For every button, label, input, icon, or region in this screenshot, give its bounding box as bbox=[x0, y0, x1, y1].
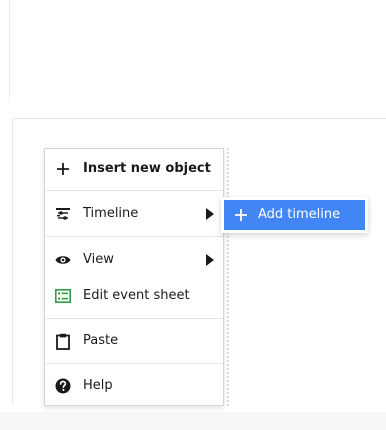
menu-item-label: Timeline bbox=[83, 206, 139, 221]
menu-item-label: Edit event sheet bbox=[83, 288, 190, 303]
submenu-item-add-timeline[interactable]: Add timeline bbox=[224, 200, 365, 230]
plus-icon bbox=[235, 209, 247, 221]
menu-separator bbox=[45, 363, 223, 364]
menu-separator bbox=[45, 318, 223, 319]
layout-boundary bbox=[227, 148, 229, 406]
plus-icon bbox=[55, 161, 71, 177]
menu-item-insert-new-object[interactable]: Insert new object bbox=[45, 154, 223, 184]
menu-item-timeline[interactable]: Timeline bbox=[45, 199, 223, 229]
submenu-item-label: Add timeline bbox=[258, 207, 341, 222]
menu-item-edit-event-sheet[interactable]: Edit event sheet bbox=[45, 281, 223, 311]
context-menu: Insert new object Timeline View Edit eve… bbox=[44, 148, 224, 406]
submenu-arrow-icon bbox=[206, 254, 214, 266]
menu-item-paste[interactable]: Paste bbox=[45, 326, 223, 356]
help-icon bbox=[55, 378, 71, 394]
menu-separator bbox=[45, 190, 223, 191]
event-sheet-icon bbox=[55, 288, 71, 304]
menu-item-label: Insert new object bbox=[83, 161, 211, 176]
top-panel bbox=[9, 0, 386, 102]
submenu-arrow-icon bbox=[206, 208, 214, 220]
timeline-icon bbox=[55, 206, 71, 222]
eye-icon bbox=[55, 252, 71, 268]
menu-separator bbox=[45, 236, 223, 237]
menu-item-label: Paste bbox=[83, 333, 119, 348]
menu-item-help[interactable]: Help bbox=[45, 371, 223, 401]
bottom-bar bbox=[0, 412, 386, 430]
clipboard-icon bbox=[55, 333, 71, 350]
menu-item-label: Help bbox=[83, 378, 113, 393]
menu-item-label: View bbox=[83, 252, 114, 267]
menu-item-view[interactable]: View bbox=[45, 245, 223, 275]
timeline-submenu: Add timeline bbox=[221, 197, 368, 233]
